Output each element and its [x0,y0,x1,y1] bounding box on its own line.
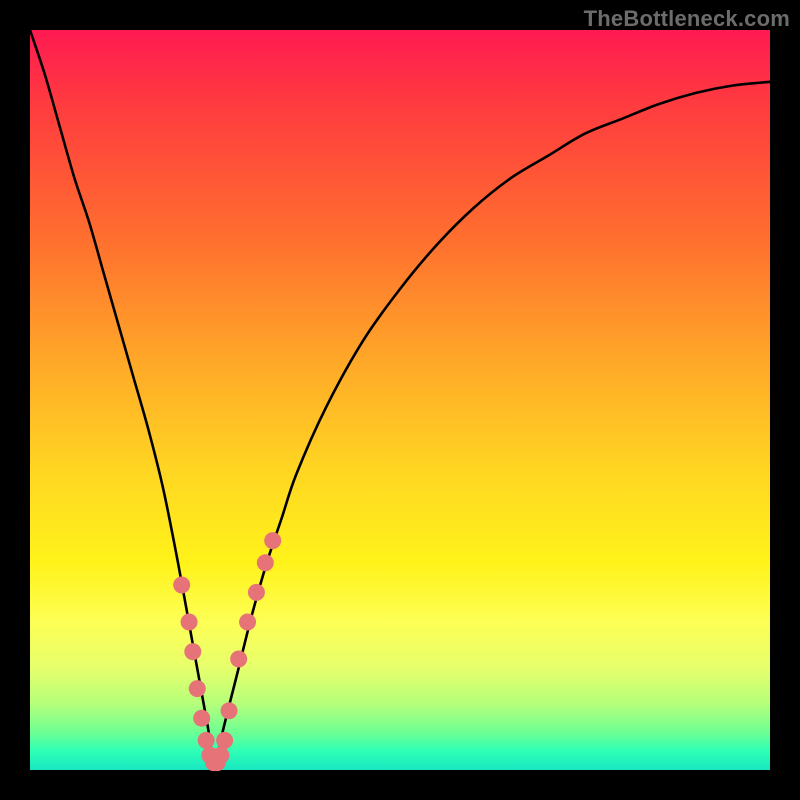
data-marker [230,651,247,668]
data-marker [173,577,190,594]
data-marker [189,680,206,697]
bottleneck-curve-svg [30,30,770,770]
data-marker [257,554,274,571]
data-marker [193,710,210,727]
data-marker [216,732,233,749]
chart-frame: TheBottleneck.com [0,0,800,800]
data-marker [184,643,201,660]
data-markers [173,532,281,771]
data-marker [221,702,238,719]
watermark-text: TheBottleneck.com [584,6,790,32]
bottleneck-curve [30,30,770,770]
data-marker [239,614,256,631]
data-marker [264,532,281,549]
data-marker [198,732,215,749]
data-marker [181,614,198,631]
data-marker [248,584,265,601]
plot-area [30,30,770,770]
data-marker [212,747,229,764]
